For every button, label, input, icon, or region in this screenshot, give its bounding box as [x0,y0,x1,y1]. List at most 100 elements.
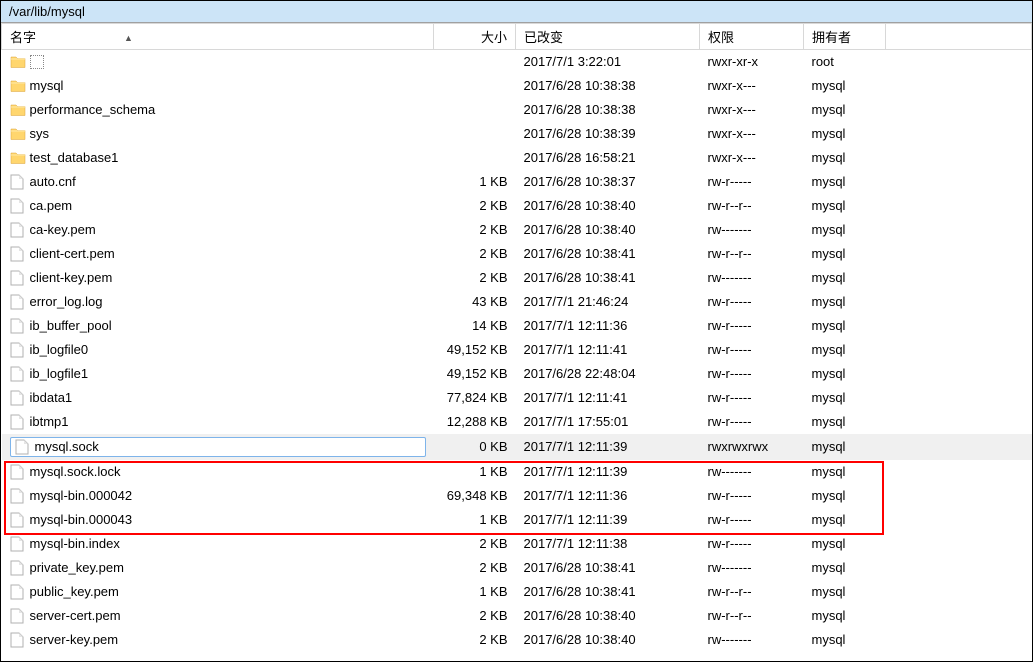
table-row[interactable]: mysql.sock0 KB2017/7/1 12:11:39rwxrwxrwx… [2,434,1032,460]
cell-size: 43 KB [434,290,516,314]
cell-name[interactable]: client-cert.pem [2,242,434,266]
cell-name[interactable]: mysql.sock.lock [2,460,434,484]
cell-spacer [886,434,1032,460]
cell-name[interactable]: ib_buffer_pool [2,314,434,338]
cell-permissions: rw-r--r-- [700,242,804,266]
cell-name[interactable]: mysql-bin.000042 [2,484,434,508]
cell-size [434,146,516,170]
file-name-label: client-cert.pem [30,246,115,261]
table-row[interactable]: 2017/7/1 3:22:01rwxr-xr-xroot [2,50,1032,74]
cell-owner: mysql [804,242,886,266]
cell-spacer [886,266,1032,290]
cell-name[interactable]: ibtmp1 [2,410,434,434]
cell-name[interactable]: server-cert.pem [2,604,434,628]
cell-owner: mysql [804,146,886,170]
column-changed[interactable]: 已改变 [516,24,700,50]
column-permissions[interactable]: 权限 [700,24,804,50]
cell-name[interactable]: error_log.log [2,290,434,314]
cell-size: 49,152 KB [434,338,516,362]
cell-permissions: rw-r----- [700,484,804,508]
cell-permissions: rw-r----- [700,170,804,194]
cell-name[interactable]: ib_logfile1 [2,362,434,386]
cell-owner: mysql [804,460,886,484]
table-row[interactable]: performance_schema2017/6/28 10:38:38rwxr… [2,98,1032,122]
table-row[interactable]: sys2017/6/28 10:38:39rwxr-x---mysql [2,122,1032,146]
cell-changed: 2017/7/1 3:22:01 [516,50,700,74]
cell-owner: mysql [804,218,886,242]
cell-name[interactable]: sys [2,122,434,146]
cell-owner: mysql [804,434,886,460]
table-row[interactable]: ca-key.pem2 KB2017/6/28 10:38:40rw------… [2,218,1032,242]
cell-permissions: rwxr-x--- [700,122,804,146]
cell-owner: mysql [804,604,886,628]
cell-name[interactable]: ib_logfile0 [2,338,434,362]
table-row[interactable]: auto.cnf1 KB2017/6/28 10:38:37rw-r-----m… [2,170,1032,194]
table-row[interactable]: ca.pem2 KB2017/6/28 10:38:40rw-r--r--mys… [2,194,1032,218]
cell-name[interactable]: client-key.pem [2,266,434,290]
table-row[interactable]: ib_logfile049,152 KB2017/7/1 12:11:41rw-… [2,338,1032,362]
table-row[interactable]: error_log.log43 KB2017/7/1 21:46:24rw-r-… [2,290,1032,314]
cell-spacer [886,628,1032,652]
table-row[interactable]: mysql-bin.0000431 KB2017/7/1 12:11:39rw-… [2,508,1032,532]
cell-permissions: rw------- [700,556,804,580]
cell-name[interactable]: mysql-bin.000043 [2,508,434,532]
cell-name[interactable]: private_key.pem [2,556,434,580]
cell-name[interactable]: mysql [2,74,434,98]
cell-name[interactable]: public_key.pem [2,580,434,604]
cell-spacer [886,146,1032,170]
cell-permissions: rw-r----- [700,410,804,434]
cell-changed: 2017/7/1 12:11:41 [516,386,700,410]
file-name-label: error_log.log [30,294,103,309]
cell-name[interactable]: mysql.sock [2,434,434,460]
cell-name[interactable]: performance_schema [2,98,434,122]
column-name[interactable]: 名字▲ [2,24,434,50]
cell-changed: 2017/6/28 16:58:21 [516,146,700,170]
cell-name[interactable]: auto.cnf [2,170,434,194]
table-row[interactable]: server-key.pem2 KB2017/6/28 10:38:40rw--… [2,628,1032,652]
column-size[interactable]: 大小 [434,24,516,50]
table-row[interactable]: client-cert.pem2 KB2017/6/28 10:38:41rw-… [2,242,1032,266]
cell-spacer [886,532,1032,556]
cell-owner: mysql [804,580,886,604]
table-row[interactable]: server-cert.pem2 KB2017/6/28 10:38:40rw-… [2,604,1032,628]
path-bar[interactable]: /var/lib/mysql [1,1,1032,23]
cell-name[interactable] [2,50,434,74]
cell-spacer [886,122,1032,146]
cell-permissions: rwxr-x--- [700,74,804,98]
cell-permissions: rwxrwxrwx [700,434,804,460]
cell-changed: 2017/7/1 17:55:01 [516,410,700,434]
file-name-label: test_database1 [30,150,119,165]
cell-spacer [886,362,1032,386]
cell-spacer [886,556,1032,580]
table-row[interactable]: mysql-bin.00004269,348 KB2017/7/1 12:11:… [2,484,1032,508]
table-row[interactable]: ibtmp112,288 KB2017/7/1 17:55:01rw-r----… [2,410,1032,434]
table-row[interactable]: ib_logfile149,152 KB2017/6/28 22:48:04rw… [2,362,1032,386]
cell-owner: mysql [804,508,886,532]
file-name-label: auto.cnf [30,174,76,189]
cell-name[interactable]: ca.pem [2,194,434,218]
cell-spacer [886,484,1032,508]
cell-size: 1 KB [434,460,516,484]
column-owner[interactable]: 拥有者 [804,24,886,50]
cell-owner: mysql [804,628,886,652]
table-row[interactable]: public_key.pem1 KB2017/6/28 10:38:41rw-r… [2,580,1032,604]
table-row[interactable]: mysql-bin.index2 KB2017/7/1 12:11:38rw-r… [2,532,1032,556]
cell-owner: mysql [804,98,886,122]
cell-name[interactable]: ibdata1 [2,386,434,410]
file-name-label: ib_logfile1 [30,366,89,381]
table-row[interactable]: mysql2017/6/28 10:38:38rwxr-x---mysql [2,74,1032,98]
file-name-label: ib_logfile0 [30,342,89,357]
table-row[interactable]: client-key.pem2 KB2017/6/28 10:38:41rw--… [2,266,1032,290]
cell-name[interactable]: mysql-bin.index [2,532,434,556]
table-row[interactable]: mysql.sock.lock1 KB2017/7/1 12:11:39rw--… [2,460,1032,484]
cell-name[interactable]: test_database1 [2,146,434,170]
cell-name[interactable]: ca-key.pem [2,218,434,242]
table-row[interactable]: ibdata177,824 KB2017/7/1 12:11:41rw-r---… [2,386,1032,410]
file-icon [10,632,26,648]
table-row[interactable]: ib_buffer_pool14 KB2017/7/1 12:11:36rw-r… [2,314,1032,338]
table-row[interactable]: private_key.pem2 KB2017/6/28 10:38:41rw-… [2,556,1032,580]
cell-changed: 2017/6/28 10:38:41 [516,580,700,604]
table-row[interactable]: test_database12017/6/28 16:58:21rwxr-x--… [2,146,1032,170]
folder-up-icon [10,54,26,70]
cell-name[interactable]: server-key.pem [2,628,434,652]
